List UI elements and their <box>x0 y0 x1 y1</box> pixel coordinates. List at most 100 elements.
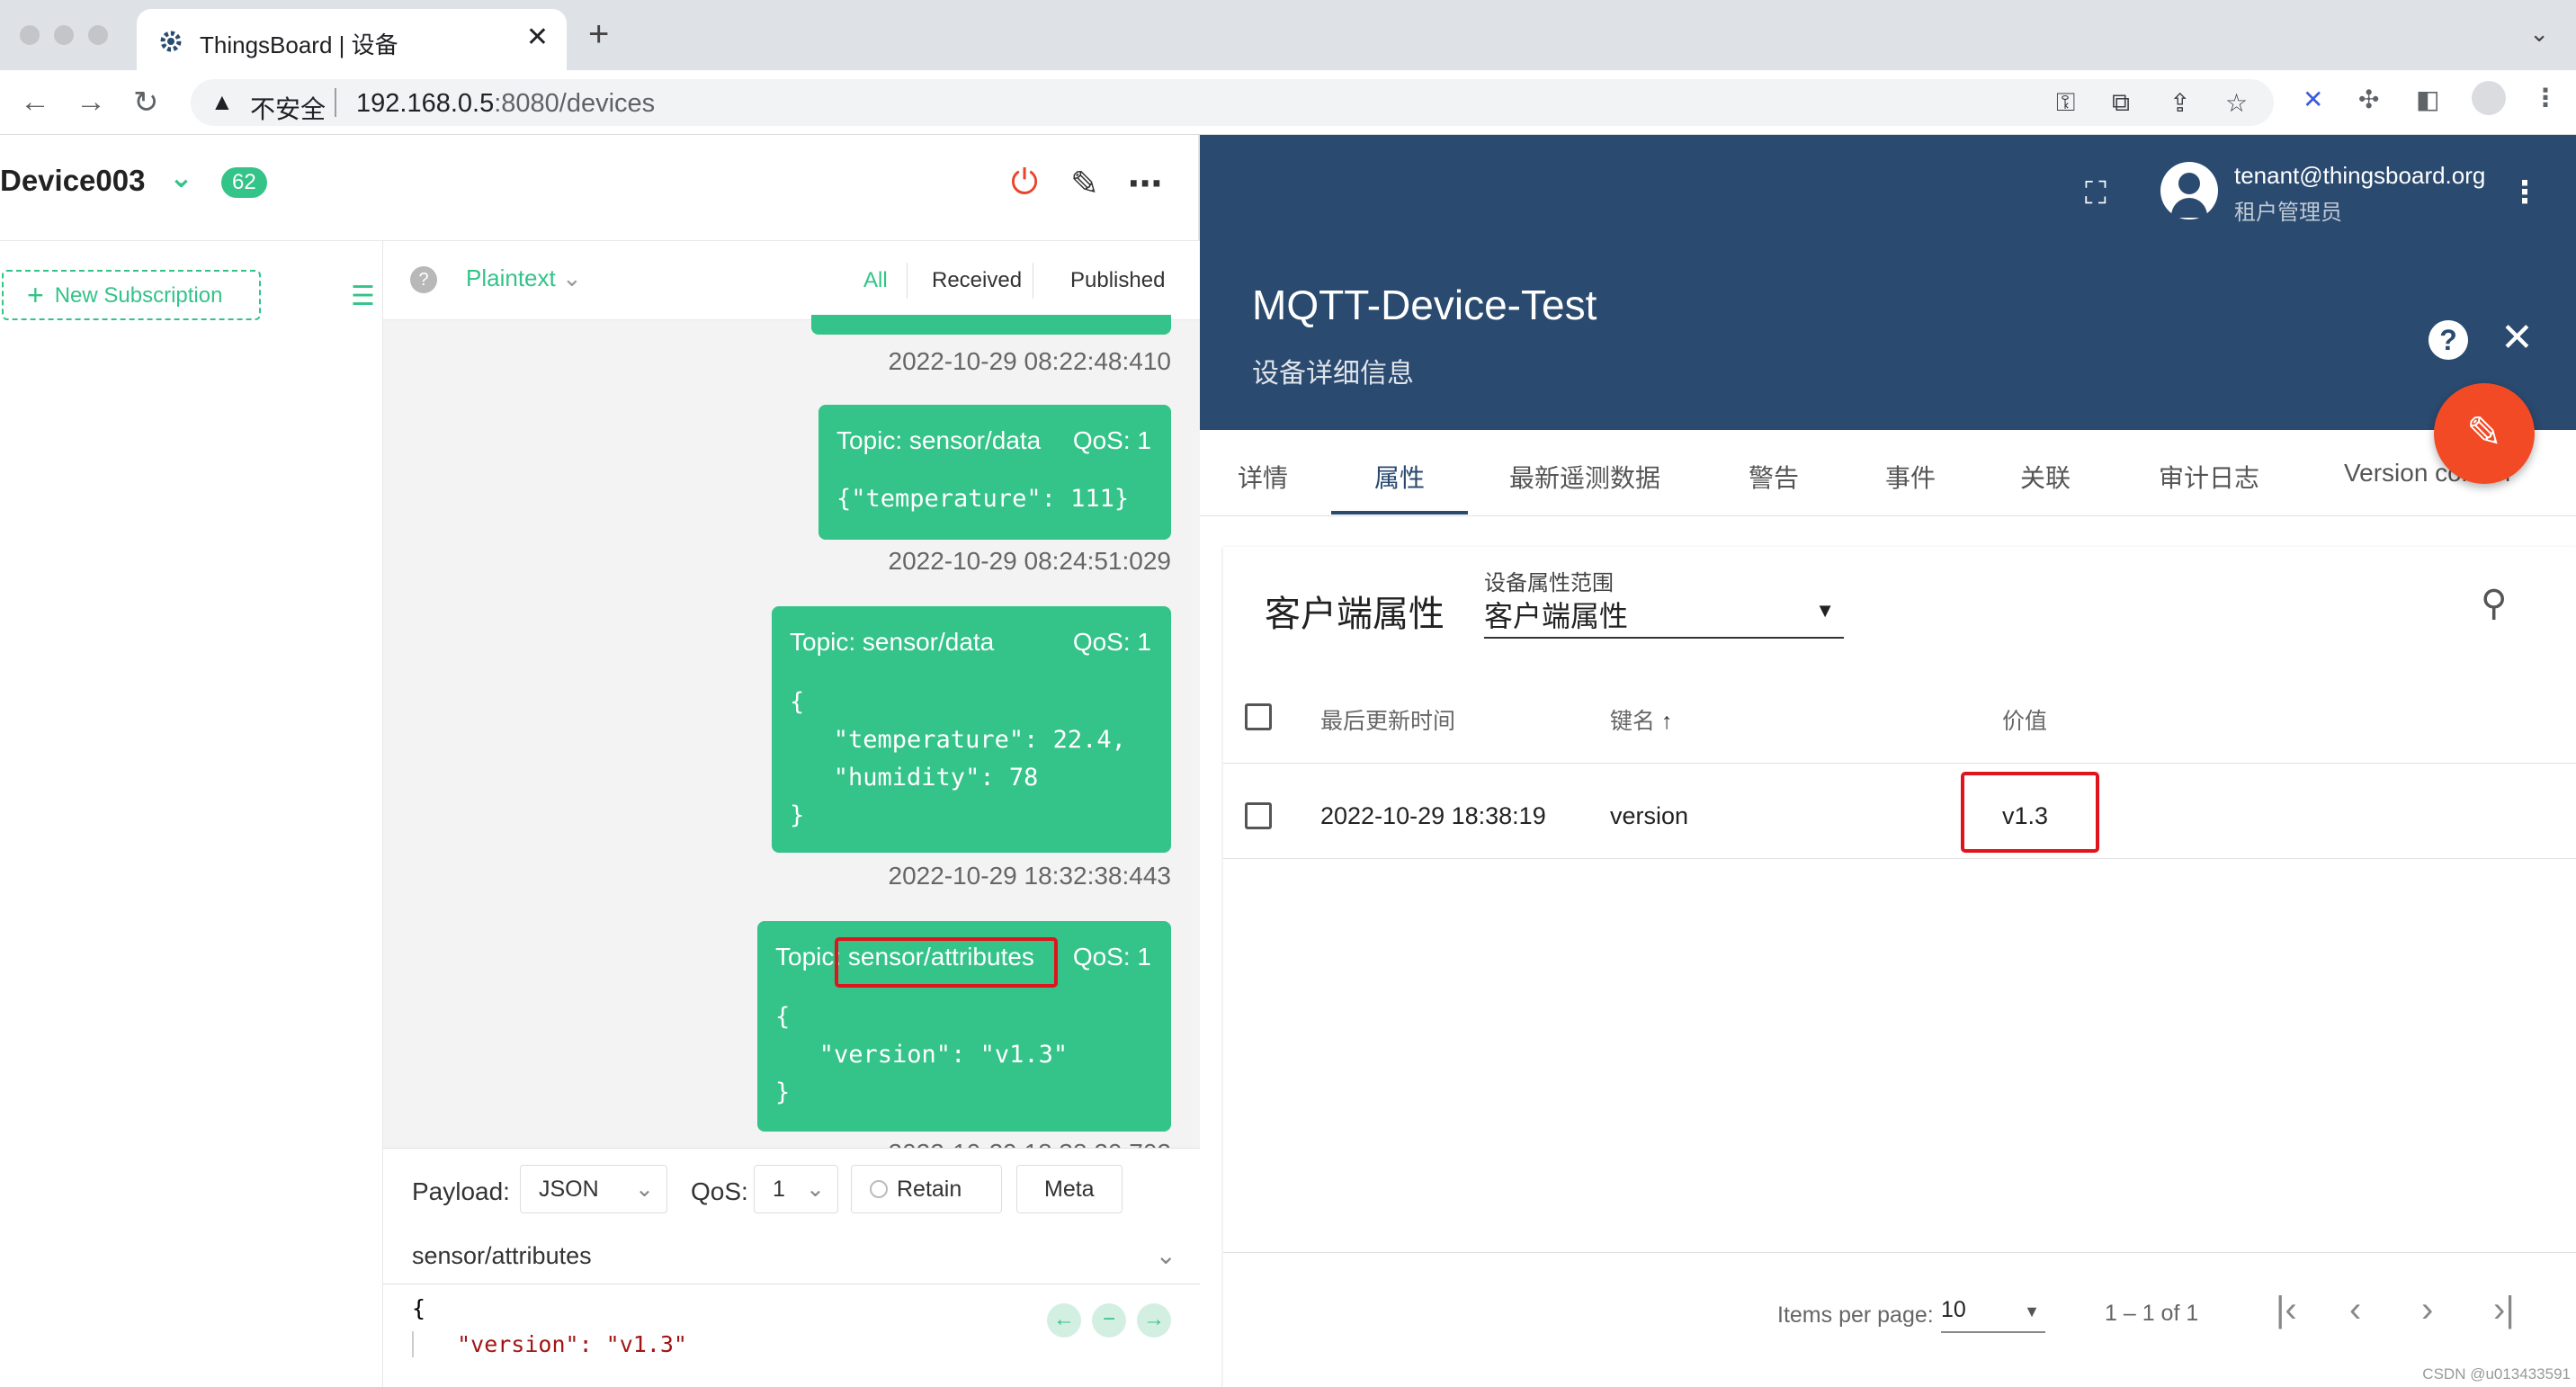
tab-close-icon[interactable]: ✕ <box>526 22 549 53</box>
cell-key: version <box>1610 802 1689 829</box>
insecure-label[interactable]: 不安全 <box>250 90 326 126</box>
forward-arrow-icon[interactable]: → <box>76 85 106 120</box>
tab-search-chevron-icon[interactable]: ⌄ <box>2529 20 2549 48</box>
tab-details[interactable]: 详情 <box>1238 459 1288 495</box>
row-checkbox[interactable] <box>1245 802 1272 829</box>
translate-icon[interactable]: ⧉ <box>2112 88 2130 118</box>
browser-tab[interactable]: ThingsBoard | 设备 ✕ <box>137 9 567 70</box>
avatar-head <box>2178 173 2200 194</box>
next-page-icon[interactable]: › <box>2421 1290 2433 1330</box>
user-email: tenant@thingsboard.org <box>2234 162 2486 189</box>
edit-fab-button[interactable]: ✎ <box>2434 383 2535 484</box>
format-select[interactable]: Plaintext ⌄ <box>466 264 582 292</box>
collapse-list-icon[interactable]: ☰ <box>351 281 375 312</box>
message-payload: { "version": "v1.3" } <box>775 1003 1069 1106</box>
column-header-updated[interactable]: 最后更新时间 <box>1320 703 1455 736</box>
qos-value: 1 <box>773 1177 785 1202</box>
warning-triangle-icon[interactable]: ▲ <box>210 88 234 116</box>
qos-select[interactable]: 1 ⌄ <box>754 1165 838 1213</box>
message-bubble[interactable]: Topic: sensor/data QoS: 1 {"temperature"… <box>818 405 1171 540</box>
scope-label: 设备属性范围 <box>1484 571 1614 595</box>
reload-icon[interactable]: ↻ <box>133 85 159 121</box>
tab-audit-logs[interactable]: 审计日志 <box>2159 459 2259 495</box>
chevron-down-icon[interactable]: ⌄ <box>1156 1240 1176 1270</box>
side-panel-icon[interactable]: ◧ <box>2416 85 2439 114</box>
message-toolbar: ? Plaintext ⌄ All Received Published <box>383 241 1200 320</box>
message-bubble[interactable] <box>811 315 1171 335</box>
edit-pencil-icon[interactable]: ✎ <box>1070 164 1099 204</box>
user-menu-icon[interactable]: ⋮ <box>2509 174 2540 210</box>
message-timestamp: 2022-10-29 08:24:51:029 <box>888 547 1172 575</box>
payload-line: { <box>412 1295 426 1321</box>
message-qos: QoS: 1 <box>1072 943 1151 971</box>
help-icon[interactable]: ? <box>2428 320 2468 360</box>
back-arrow-icon[interactable]: ← <box>20 85 50 120</box>
column-header-key-label: 键名 <box>1610 709 1656 734</box>
tab-events[interactable]: 事件 <box>1885 459 1936 495</box>
window-close-dot[interactable] <box>20 25 40 45</box>
tab-attributes[interactable]: 属性 <box>1374 459 1425 495</box>
window-minimize-dot[interactable] <box>54 25 74 45</box>
publish-topic-input[interactable]: sensor/attributes <box>412 1242 592 1270</box>
message-topic: Topic: sensor/data <box>836 426 1042 454</box>
message-bubble[interactable]: Topic: sensor/data QoS: 1 { "temperature… <box>772 606 1171 853</box>
plus-icon: + <box>27 279 44 311</box>
select-all-checkbox[interactable] <box>1245 703 1272 730</box>
retain-checkbox[interactable]: Retain <box>851 1165 1002 1213</box>
avatar-body <box>2171 198 2207 218</box>
user-role: 租户管理员 <box>2234 201 2342 225</box>
payload-format-select[interactable]: JSON ⌄ <box>520 1165 667 1213</box>
share-icon[interactable]: ⇪ <box>2169 88 2190 118</box>
filter-separator <box>907 263 908 299</box>
url-path: :8080/devices <box>494 89 656 118</box>
double-chevron-down-icon[interactable]: ⌄ <box>169 160 193 194</box>
column-header-key[interactable]: 键名 ↑ <box>1610 703 1672 736</box>
scope-select[interactable]: 客户端属性 ▼ <box>1484 594 1844 639</box>
meta-button[interactable]: Meta <box>1016 1165 1123 1213</box>
sort-arrow-icon: ↑ <box>1660 709 1673 734</box>
previous-page-icon[interactable]: ‹ <box>2349 1290 2361 1330</box>
key-icon[interactable]: ⚿ <box>2056 88 2075 118</box>
publish-payload-editor[interactable]: { "version": "v1.3" <box>412 1291 687 1363</box>
filter-published[interactable]: Published <box>1070 268 1165 293</box>
history-clear-icon[interactable]: − <box>1092 1303 1126 1338</box>
search-icon[interactable]: ⚲ <box>2481 583 2507 624</box>
extensions-puzzle-icon[interactable]: ✣ <box>2358 85 2379 114</box>
paginator-divider <box>1223 1252 2576 1253</box>
new-subscription-button[interactable]: + New Subscription <box>2 270 261 320</box>
chevron-down-icon: ⌄ <box>635 1177 654 1202</box>
first-page-icon[interactable]: |‹ <box>2276 1290 2297 1330</box>
address-toolbar: ← → ↻ ▲ 不安全 192.168.0.5:8080/devices ⚿ ⧉… <box>0 70 2576 135</box>
payload-label: Payload: <box>412 1177 510 1205</box>
profile-avatar-icon[interactable] <box>2472 81 2506 115</box>
bookmark-star-icon[interactable]: ☆ <box>2225 88 2248 118</box>
fullscreen-icon[interactable]: ⛶ <box>2085 176 2106 211</box>
message-timestamp: 2022-10-29 08:22:48:410 <box>888 347 1172 375</box>
payload-format-value: JSON <box>539 1177 599 1202</box>
extension-x-icon[interactable]: ✕ <box>2303 85 2323 114</box>
url-text[interactable]: 192.168.0.5:8080/devices <box>356 89 655 119</box>
history-back-icon[interactable]: ← <box>1047 1303 1081 1338</box>
close-icon[interactable]: ✕ <box>2500 315 2534 361</box>
help-icon[interactable]: ? <box>410 266 437 293</box>
tab-alarms[interactable]: 警告 <box>1749 459 1799 495</box>
browser-menu-icon[interactable]: ⋮ <box>2533 83 2558 112</box>
thingsboard-favicon-icon <box>160 31 182 52</box>
tab-latest-telemetry[interactable]: 最新遥测数据 <box>1509 459 1660 495</box>
filter-received[interactable]: Received <box>932 268 1022 293</box>
new-tab-button[interactable]: + <box>588 14 609 55</box>
tab-relations[interactable]: 关联 <box>2020 459 2071 495</box>
history-forward-icon[interactable]: → <box>1137 1303 1171 1338</box>
omnibox[interactable]: ▲ 不安全 192.168.0.5:8080/devices ⚿ ⧉ ⇪ ☆ <box>191 79 2274 126</box>
window-zoom-dot[interactable] <box>88 25 108 45</box>
more-dots-icon[interactable]: ⋯ <box>1128 164 1162 204</box>
filter-all[interactable]: All <box>863 268 888 293</box>
items-per-page-value: 10 <box>1941 1297 1966 1322</box>
items-per-page-select[interactable]: 10 ▼ <box>1941 1297 2045 1333</box>
account-circle-icon[interactable] <box>2160 162 2218 219</box>
chevron-down-icon: ⌄ <box>561 264 582 291</box>
column-header-value[interactable]: 价值 <box>2002 703 2047 736</box>
power-icon[interactable]: ⏻ <box>1011 164 1038 202</box>
meta-label: Meta <box>1044 1177 1095 1202</box>
last-page-icon[interactable]: ›| <box>2493 1290 2515 1330</box>
